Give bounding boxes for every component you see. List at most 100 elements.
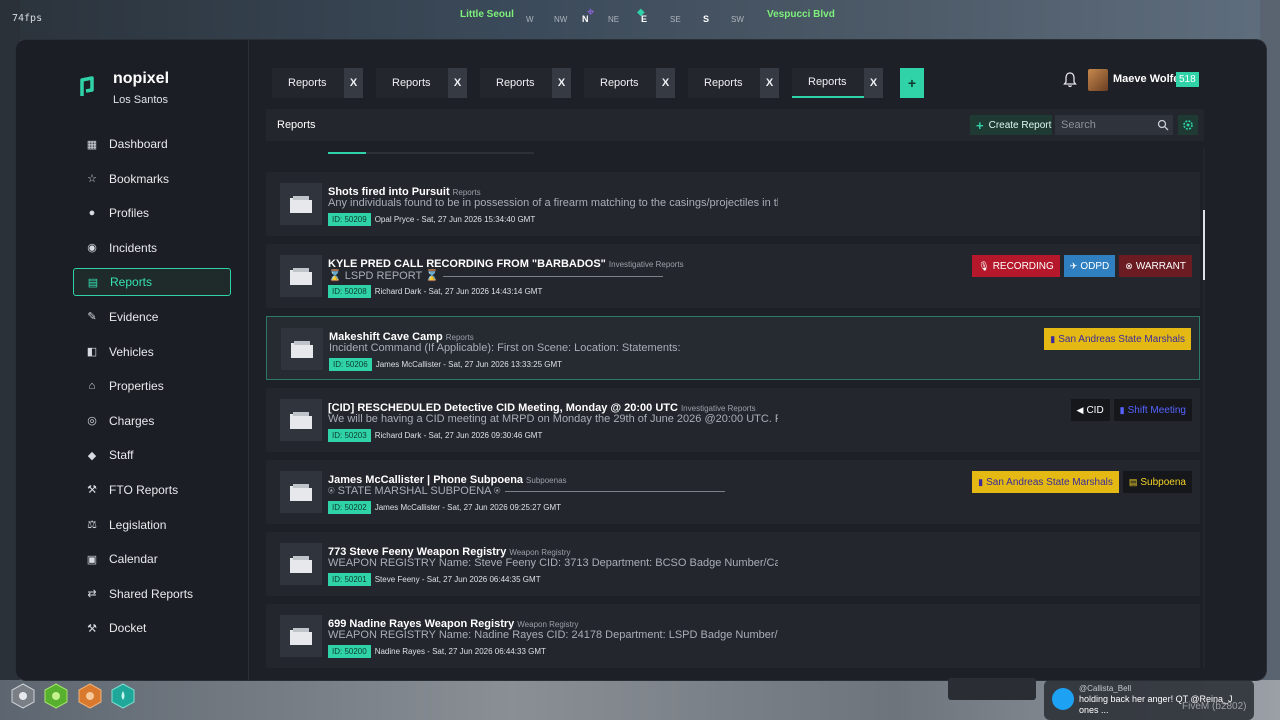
tab-label[interactable]: Reports — [688, 68, 760, 98]
filter-button[interactable] — [1178, 115, 1198, 135]
report-preview: Any individuals found to be in possessio… — [328, 197, 778, 209]
tag-icon: ◀ — [1076, 404, 1084, 415]
sidebar-item-bookmarks[interactable]: ☆ Bookmarks — [73, 165, 231, 193]
search-input[interactable] — [1055, 115, 1173, 135]
sidebar-item-calendar[interactable]: ▣ Calendar — [73, 545, 231, 573]
shield-icon: ◆ — [87, 449, 97, 462]
create-report-button[interactable]: + Create Report — [970, 115, 1052, 135]
mdw-tablet: nopixel Los Santos ▦ Dashboard ☆ Bookmarks ●… — [16, 40, 1266, 680]
twitter-icon — [1052, 688, 1074, 710]
report-meta: ID: 50201 Steve Feeny - Sat, 27 Jun 2026 … — [328, 573, 541, 586]
fps-counter: 74fps — [12, 13, 43, 24]
balance-icon: ⚖ — [87, 519, 97, 532]
report-row[interactable]: 773 Steve Feeny Weapon Registry Weapon Re… — [266, 532, 1200, 596]
sidebar-item-properties[interactable]: ⌂ Properties — [73, 372, 231, 400]
create-report-label: Create Report — [988, 119, 1052, 131]
folder-icon — [280, 615, 322, 657]
tab-label[interactable]: Reports — [272, 68, 344, 98]
sidebar-item-reports[interactable]: ▤ Reports — [73, 268, 231, 297]
sidebar-item-label: Vehicles — [109, 344, 154, 359]
tab-reports[interactable]: Reports X — [376, 68, 480, 98]
sidebar-item-profiles[interactable]: ● Profiles — [73, 199, 231, 227]
tweet-handle: @Callista_Bell — [1079, 684, 1132, 693]
tab-label[interactable]: Reports — [376, 68, 448, 98]
sidebar-item-incidents[interactable]: ◉ Incidents — [73, 234, 231, 262]
avatar[interactable] — [1088, 69, 1108, 91]
report-author-date: James McCallister - Sat, 27 Jun 2026 13:… — [375, 360, 563, 369]
loading-bar — [328, 152, 534, 154]
sidebar-item-fto-reports[interactable]: ⚒ FTO Reports — [73, 476, 231, 504]
tab-reports[interactable]: Reports X — [480, 68, 584, 98]
folder-icon — [280, 255, 322, 297]
report-preview-text: Incident Command (If Applicable): First … — [329, 342, 681, 354]
sidebar-item-staff[interactable]: ◆ Staff — [73, 441, 231, 469]
sidebar-item-vehicles[interactable]: ◧ Vehicles — [73, 338, 231, 366]
report-tags: 🎙 RECORDING ✈ ODPD ⊗ WARRANT — [972, 255, 1192, 277]
tab-reports[interactable]: Reports X — [688, 68, 792, 98]
tag-odpd[interactable]: ✈ ODPD — [1063, 255, 1116, 277]
report-id-badge: ID: 50202 — [328, 501, 371, 514]
tag-label: ODPD — [1080, 260, 1110, 272]
tab-reports[interactable]: Reports X — [792, 68, 896, 98]
location-icon: ◎ — [87, 415, 97, 428]
compass: Little Seoul ⌖ ◆ W NW N NE E SE S SW Ves… — [440, 2, 850, 30]
report-category: Reports — [445, 333, 474, 342]
tab-close-button[interactable]: X — [448, 68, 467, 98]
report-id-badge: ID: 50206 — [329, 358, 372, 371]
sidebar-item-shared-reports[interactable]: ⇄ Shared Reports — [73, 580, 231, 608]
scrollbar-thumb[interactable] — [1203, 210, 1205, 280]
report-meta: ID: 50206 James McCallister - Sat, 27 Jun… — [329, 358, 562, 371]
tag-shift-meeting[interactable]: ▮ Shift Meeting — [1113, 399, 1192, 421]
report-preview-text: ⍟ STATE MARSHAL SUBPOENA ⍟ — [328, 485, 501, 497]
tag-subpoena[interactable]: ▤ Subpoena — [1122, 471, 1192, 493]
sidebar-item-legislation[interactable]: ⚖ Legislation — [73, 511, 231, 539]
report-row[interactable]: James McCallister | Phone Subpoena Subpoe… — [266, 460, 1200, 524]
twitter-notification: @Callista_Bell holding back her anger! Q… — [1044, 680, 1254, 720]
sidebar-item-label: Reports — [110, 275, 153, 290]
compass-sw: SW — [731, 15, 744, 24]
tab-close-button[interactable]: X — [864, 68, 883, 98]
report-preview: ⌛ LSPD REPORT ⌛ — [328, 269, 663, 282]
report-category: Subpoenas — [526, 476, 567, 485]
sidebar-item-label: FTO Reports — [109, 482, 179, 497]
report-id-badge: ID: 50203 — [328, 429, 371, 442]
tab-label[interactable]: Reports — [792, 68, 864, 98]
tab-reports[interactable]: Reports X — [272, 68, 376, 98]
gavel-icon: ⚒ — [87, 622, 97, 635]
report-row[interactable]: [CID] RESCHEDULED Detective CID Meeting,… — [266, 388, 1200, 452]
tab-close-button[interactable]: X — [552, 68, 571, 98]
add-tab-button[interactable]: + — [900, 68, 924, 98]
tab-reports[interactable]: Reports X — [584, 68, 688, 98]
report-meta: ID: 50203 Richard Dark - Sat, 27 Jun 2026… — [328, 429, 542, 442]
tab-label[interactable]: Reports — [584, 68, 656, 98]
folder-icon — [280, 183, 322, 225]
settings-icon — [1183, 120, 1193, 130]
tag-recording[interactable]: 🎙 RECORDING — [972, 255, 1060, 277]
sidebar-item-docket[interactable]: ⚒ Docket — [73, 614, 231, 642]
sidebar-item-dashboard[interactable]: ▦ Dashboard — [73, 130, 231, 158]
sidebar-item-label: Properties — [109, 379, 164, 394]
tab-close-button[interactable]: X — [656, 68, 675, 98]
sidebar-item-charges[interactable]: ◎ Charges — [73, 407, 231, 435]
sidebar-item-evidence[interactable]: ✎ Evidence — [73, 303, 231, 331]
bell-icon[interactable] — [1063, 72, 1077, 88]
report-row[interactable]: Makeshift Cave Camp Reports Incident Comma… — [266, 316, 1200, 380]
tab-label[interactable]: Reports — [480, 68, 552, 98]
tab-close-button[interactable]: X — [760, 68, 779, 98]
compass-se: SE — [670, 15, 681, 24]
nopixel-logo-icon — [80, 76, 94, 96]
report-preview-text: WEAPON REGISTRY Name: Nadine Rayes CID: … — [328, 629, 778, 641]
document-icon: ▤ — [87, 276, 99, 289]
tag-san-andreas-state-marshals[interactable]: ▮ San Andreas State Marshals — [972, 471, 1119, 493]
tab-close-button[interactable]: X — [344, 68, 363, 98]
tag-san-andreas-state-marshals[interactable]: ▮ San Andreas State Marshals — [1044, 328, 1191, 350]
tag-warrant[interactable]: ⊗ WARRANT — [1119, 255, 1192, 277]
report-category: Reports — [452, 188, 481, 197]
report-row[interactable]: Shots fired into Pursuit Reports Any indiv… — [266, 172, 1200, 236]
tag-icon: ▮ — [978, 476, 984, 487]
report-row[interactable]: KYLE PRED CALL RECORDING FROM "BARBADOS"… — [266, 244, 1200, 308]
tag-cid[interactable]: ◀ CID — [1070, 399, 1110, 421]
user-name: Maeve Wolfe — [1113, 73, 1180, 85]
tag-label: San Andreas State Marshals — [986, 476, 1113, 488]
report-row[interactable]: 699 Nadine Rayes Weapon Registry Weapon R… — [266, 604, 1200, 668]
